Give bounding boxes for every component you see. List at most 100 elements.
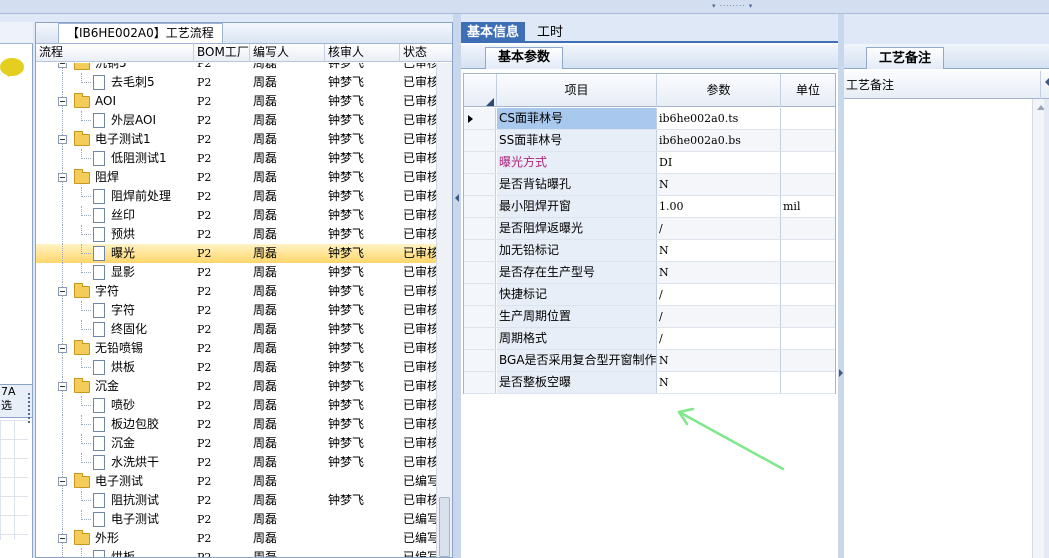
param-row[interactable]: 是否背钻曝孔 N	[464, 174, 835, 196]
col-header-notes[interactable]: 工艺备注	[846, 71, 894, 99]
tree-step-row[interactable]: 烘板 P2 周磊 已编写	[36, 548, 436, 557]
param-unit-cell[interactable]	[781, 240, 835, 261]
param-unit-cell[interactable]	[781, 130, 835, 151]
param-value-cell[interactable]: /	[657, 218, 781, 239]
row-indicator[interactable]	[464, 152, 496, 173]
col-header-process[interactable]: 流程	[36, 44, 194, 62]
collapse-toggle-icon[interactable]	[58, 63, 67, 68]
col-header-unit[interactable]: 单位	[781, 74, 835, 107]
param-unit-cell[interactable]	[781, 306, 835, 327]
tree-step-row[interactable]: 预烘 P2 周磊 钟梦飞 已审核	[36, 225, 436, 244]
collapse-toggle-icon[interactable]	[58, 173, 67, 182]
tree-scrollbar[interactable]	[436, 63, 452, 557]
param-value-cell[interactable]: ib6he002a0.ts	[657, 108, 781, 129]
param-unit-cell[interactable]	[781, 108, 835, 129]
param-unit-cell[interactable]	[781, 218, 835, 239]
param-value-cell[interactable]: 1.00	[657, 196, 781, 217]
param-value-cell[interactable]: N	[657, 372, 781, 393]
collapse-toggle-icon[interactable]	[58, 534, 67, 543]
row-indicator[interactable]	[464, 350, 496, 371]
col-header-item[interactable]: 项目	[497, 74, 657, 107]
param-row[interactable]: 生产周期位置 /	[464, 306, 835, 328]
tree-group-row[interactable]: 电子测试 P2 周磊 已编写	[36, 472, 436, 491]
row-indicator[interactable]	[464, 240, 496, 261]
param-row[interactable]: 加无铅标记 N	[464, 240, 835, 262]
row-indicator[interactable]	[464, 262, 496, 283]
tree-step-row[interactable]: 电子测试 P2 周磊 已编写	[36, 510, 436, 529]
param-row[interactable]: 是否阻焊返曝光 /	[464, 218, 835, 240]
param-value-cell[interactable]: N	[657, 174, 781, 195]
param-value-cell[interactable]: ib6he002a0.bs	[657, 130, 781, 151]
left-splitter[interactable]	[453, 14, 461, 558]
collapse-toggle-icon[interactable]	[58, 97, 67, 106]
param-value-cell[interactable]: N	[657, 262, 781, 283]
param-value-cell[interactable]: N	[657, 240, 781, 261]
tree-step-row[interactable]: 板边包胶 P2 周磊 钟梦飞 已审核	[36, 415, 436, 434]
param-row[interactable]: 快捷标记 /	[464, 284, 835, 306]
param-value-cell[interactable]: N	[657, 350, 781, 371]
collapse-right-icon[interactable]	[839, 369, 843, 377]
grid-corner[interactable]	[464, 74, 497, 107]
row-indicator[interactable]	[464, 130, 496, 151]
tree-group-row[interactable]: 无铅喷锡 P2 周磊 钟梦飞 已审核	[36, 339, 436, 358]
tree-group-row[interactable]: 沉金 P2 周磊 钟梦飞 已审核	[36, 377, 436, 396]
param-value-cell[interactable]: /	[657, 284, 781, 305]
tree-group-row[interactable]: 电子测试1 P2 周磊 钟梦飞 已审核	[36, 130, 436, 149]
tree-step-row[interactable]: 阻抗测试 P2 周磊 钟梦飞 已审核	[36, 491, 436, 510]
param-unit-cell[interactable]	[781, 174, 835, 195]
tree-group-row[interactable]: 沉铜5 P2 周磊 钟梦飞 已审核	[36, 63, 436, 73]
col-header-checker[interactable]: 核审人	[325, 44, 400, 62]
param-value-cell[interactable]: /	[657, 306, 781, 327]
param-unit-cell[interactable]	[781, 328, 835, 349]
tab-process-notes[interactable]: 工艺备注	[866, 47, 945, 69]
tree-step-row[interactable]: 终固化 P2 周磊 钟梦飞 已审核	[36, 320, 436, 339]
param-value-cell[interactable]: DI	[657, 152, 781, 173]
tree-step-row[interactable]: 阻焊前处理 P2 周磊 钟梦飞 已审核	[36, 187, 436, 206]
param-unit-cell[interactable]	[781, 350, 835, 371]
tree-step-row[interactable]: 低阻测试1 P2 周磊 钟梦飞 已审核	[36, 149, 436, 168]
param-unit-cell[interactable]: mil	[781, 196, 835, 217]
chat-bubble-icon[interactable]	[0, 58, 24, 76]
collapse-toggle-icon[interactable]	[58, 287, 67, 296]
left-splitter-dots[interactable]	[28, 393, 32, 423]
param-value-cell[interactable]: /	[657, 328, 781, 349]
col-header-writer[interactable]: 编写人	[250, 44, 325, 62]
tree-group-row[interactable]: 阻焊 P2 周磊 钟梦飞 已审核	[36, 168, 436, 187]
row-indicator[interactable]	[464, 306, 496, 327]
tree-step-row[interactable]: 丝印 P2 周磊 钟梦飞 已审核	[36, 206, 436, 225]
splitter-grip-icon[interactable]: ▾ ········ ▾	[712, 3, 772, 10]
col-header-bom[interactable]: BOM工厂	[194, 44, 250, 62]
tree-group-row[interactable]: AOI P2 周磊 钟梦飞 已审核	[36, 92, 436, 111]
param-unit-cell[interactable]	[781, 284, 835, 305]
param-unit-cell[interactable]	[781, 372, 835, 393]
param-row[interactable]: CS面菲林号 ib6he002a0.ts	[464, 108, 835, 130]
row-indicator[interactable]	[464, 196, 496, 217]
param-row[interactable]: 是否整板空曝 N	[464, 372, 835, 394]
tree-step-row[interactable]: 沉金 P2 周磊 钟梦飞 已审核	[36, 434, 436, 453]
row-indicator[interactable]	[464, 372, 496, 393]
param-unit-cell[interactable]	[781, 262, 835, 283]
tree-step-row[interactable]: 喷砂 P2 周磊 钟梦飞 已审核	[36, 396, 436, 415]
row-indicator[interactable]	[464, 328, 496, 349]
param-row[interactable]: 周期格式 /	[464, 328, 835, 350]
tab-work-hours[interactable]: 工时	[531, 22, 569, 43]
tree-step-row[interactable]: 外层AOI P2 周磊 钟梦飞 已审核	[36, 111, 436, 130]
tree-step-row[interactable]: 烘板 P2 周磊 钟梦飞 已审核	[36, 358, 436, 377]
tree-group-row[interactable]: 外形 P2 周磊 已编写	[36, 529, 436, 548]
tree-scroll-thumb[interactable]	[439, 497, 450, 557]
param-row[interactable]: 是否存在生产型号 N	[464, 262, 835, 284]
tree-step-row[interactable]: 水洗烘干 P2 周磊 钟梦飞 已审核	[36, 453, 436, 472]
tree-step-row[interactable]: 字符 P2 周磊 钟梦飞 已审核	[36, 301, 436, 320]
param-row[interactable]: 曝光方式 DI	[464, 152, 835, 174]
param-unit-cell[interactable]	[781, 152, 835, 173]
row-indicator[interactable]	[464, 174, 496, 195]
row-indicator[interactable]	[464, 284, 496, 305]
tree-step-row[interactable]: 显影 P2 周磊 钟梦飞 已审核	[36, 263, 436, 282]
collapse-toggle-icon[interactable]	[58, 477, 67, 486]
tree-step-row[interactable]: 曝光 P2 周磊 钟梦飞 已审核	[36, 244, 436, 263]
collapse-toggle-icon[interactable]	[58, 344, 67, 353]
tree-group-row[interactable]: 字符 P2 周磊 钟梦飞 已审核	[36, 282, 436, 301]
collapse-toggle-icon[interactable]	[58, 382, 67, 391]
tree-step-row[interactable]: 去毛刺5 P2 周磊 钟梦飞 已审核	[36, 73, 436, 92]
col-header-status[interactable]: 状态	[400, 44, 452, 62]
